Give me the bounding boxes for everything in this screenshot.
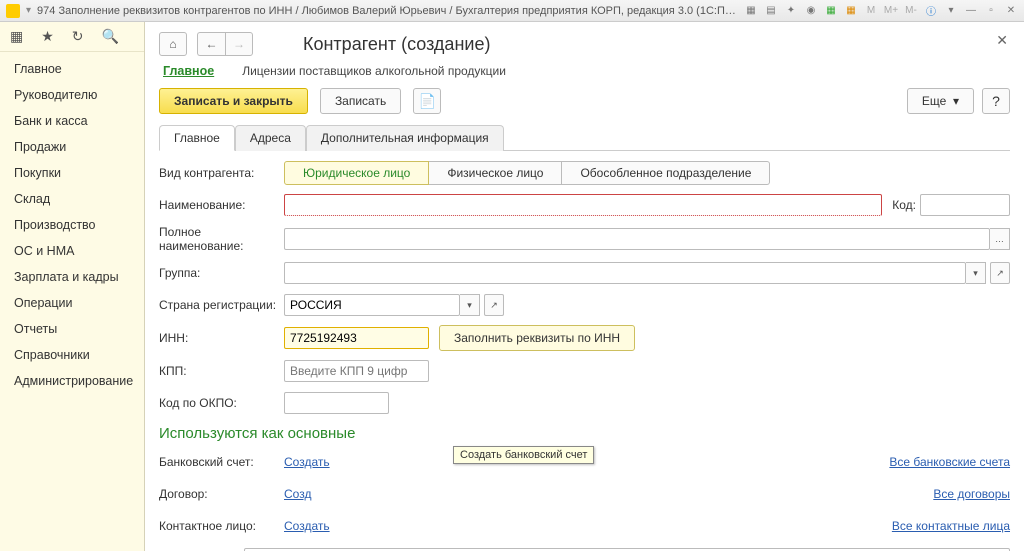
sidebar-item[interactable]: ОС и НМА: [0, 238, 144, 264]
home-button[interactable]: ⌂: [159, 32, 187, 56]
sidebar-items: Главное Руководителю Банк и касса Продаж…: [0, 52, 144, 394]
kind-branch[interactable]: Обособленное подразделение: [562, 161, 770, 185]
tabset: Главное Адреса Дополнительная информация: [159, 124, 1010, 151]
defaults-header: Используются как основные: [159, 425, 1010, 442]
group-label: Группа:: [159, 266, 284, 280]
tb-info-icon[interactable]: ⓘ: [924, 4, 938, 18]
group-open-button[interactable]: ↗: [990, 262, 1010, 284]
tb-icon-5[interactable]: ▦: [824, 4, 838, 18]
tb-m3[interactable]: M-: [904, 4, 918, 18]
group-dropdown-button[interactable]: ▾: [966, 262, 986, 284]
fullname-input[interactable]: [284, 228, 990, 250]
star-icon[interactable]: ★: [41, 28, 54, 45]
tab-main[interactable]: Главное: [159, 125, 235, 151]
minimize-icon[interactable]: —: [964, 4, 978, 18]
sidebar-item[interactable]: Главное: [0, 56, 144, 82]
country-input[interactable]: [284, 294, 460, 316]
sidebar-item[interactable]: Руководителю: [0, 82, 144, 108]
sidebar-item[interactable]: Производство: [0, 212, 144, 238]
contract-label: Договор:: [159, 487, 284, 501]
subnav-licenses[interactable]: Лицензии поставщиков алкогольной продукц…: [242, 64, 506, 78]
save-button[interactable]: Записать: [320, 88, 401, 114]
close-icon[interactable]: ✕: [996, 32, 1008, 49]
top-nav: ⌂ ← → Контрагент (создание): [159, 32, 1010, 56]
fullname-label: Полное наименование:: [159, 225, 284, 253]
okpo-input[interactable]: [284, 392, 389, 414]
okpo-label: Код по ОКПО:: [159, 396, 284, 410]
tb-icon-6[interactable]: ▦: [844, 4, 858, 18]
tab-additional[interactable]: Дополнительная информация: [306, 125, 504, 151]
tb-m1[interactable]: M: [864, 4, 878, 18]
name-label: Наименование:: [159, 198, 284, 212]
sidebar-item[interactable]: Справочники: [0, 342, 144, 368]
toolbar: Записать и закрыть Записать 📄 Еще ▾ ?: [159, 88, 1010, 114]
kind-legal[interactable]: Юридическое лицо: [284, 161, 429, 185]
contract-all-link[interactable]: Все договоры: [933, 487, 1010, 501]
sidebar-toolbar: ▦ ★ ↻ 🔍: [0, 22, 144, 52]
country-label: Страна регистрации:: [159, 298, 284, 312]
kind-label: Вид контрагента:: [159, 166, 284, 180]
code-label: Код:: [892, 198, 916, 212]
maximize-icon[interactable]: ▫: [984, 4, 998, 18]
contact-create-link[interactable]: Создать: [284, 519, 330, 533]
bank-all-link[interactable]: Все банковские счета: [889, 455, 1010, 469]
tab-addresses[interactable]: Адреса: [235, 125, 306, 151]
country-open-button[interactable]: ↗: [484, 294, 504, 316]
sidebar-item[interactable]: Покупки: [0, 160, 144, 186]
inn-label: ИНН:: [159, 331, 284, 345]
kind-individual[interactable]: Физическое лицо: [429, 161, 562, 185]
sidebar-item[interactable]: Зарплата и кадры: [0, 264, 144, 290]
group-input[interactable]: [284, 262, 966, 284]
file-button[interactable]: 📄: [413, 88, 441, 114]
tb-icon-2[interactable]: ▤: [764, 4, 778, 18]
history-icon[interactable]: ↻: [72, 28, 84, 45]
content-area: ✕ ⌂ ← → Контрагент (создание) Главное Ли…: [145, 22, 1024, 551]
fill-by-inn-button[interactable]: Заполнить реквизиты по ИНН: [439, 325, 635, 351]
sub-nav: Главное Лицензии поставщиков алкогольной…: [159, 64, 1010, 78]
save-close-button[interactable]: Записать и закрыть: [159, 88, 308, 114]
code-input[interactable]: [920, 194, 1010, 216]
page-title: Контрагент (создание): [303, 34, 490, 55]
sidebar: ▦ ★ ↻ 🔍 Главное Руководителю Банк и касс…: [0, 22, 145, 551]
sidebar-item[interactable]: Банк и касса: [0, 108, 144, 134]
sidebar-item[interactable]: Продажи: [0, 134, 144, 160]
app-icon: [6, 4, 20, 18]
sidebar-item[interactable]: Отчеты: [0, 316, 144, 342]
chevron-down-icon[interactable]: ▾: [26, 5, 31, 16]
kpp-label: КПП:: [159, 364, 284, 378]
contact-label: Контактное лицо:: [159, 519, 284, 533]
help-button[interactable]: ?: [982, 88, 1010, 114]
form-area: Вид контрагента: Юридическое лицо Физиче…: [159, 151, 1010, 551]
tb-icon-1[interactable]: ▦: [744, 4, 758, 18]
name-input[interactable]: [284, 194, 882, 216]
country-dropdown-button[interactable]: ▾: [460, 294, 480, 316]
close-window-icon[interactable]: ✕: [1004, 4, 1018, 18]
bank-label: Банковский счет:: [159, 455, 284, 469]
grid-icon[interactable]: ▦: [10, 28, 23, 45]
tb-m2[interactable]: M+: [884, 4, 898, 18]
search-icon[interactable]: 🔍: [102, 28, 119, 45]
tb-drop-icon[interactable]: ▾: [944, 4, 958, 18]
kpp-input[interactable]: [284, 360, 429, 382]
bank-create-link[interactable]: Создать: [284, 455, 330, 469]
sidebar-item[interactable]: Администрирование: [0, 368, 144, 394]
fullname-expand-button[interactable]: …: [990, 228, 1010, 250]
sidebar-item[interactable]: Склад: [0, 186, 144, 212]
kind-segment: Юридическое лицо Физическое лицо Обособл…: [284, 161, 770, 185]
sidebar-item[interactable]: Операции: [0, 290, 144, 316]
more-button[interactable]: Еще ▾: [907, 88, 974, 114]
tb-icon-3[interactable]: ✦: [784, 4, 798, 18]
contact-all-link[interactable]: Все контактные лица: [892, 519, 1010, 533]
window-title: 974 Заполнение реквизитов контрагентов п…: [37, 5, 738, 17]
contract-create-link[interactable]: Созд: [284, 487, 311, 501]
inn-input[interactable]: [284, 327, 429, 349]
subnav-main[interactable]: Главное: [163, 64, 214, 78]
titlebar-buttons: ▦ ▤ ✦ ◉ ▦ ▦ M M+ M- ⓘ ▾ — ▫ ✕: [744, 4, 1018, 18]
back-button[interactable]: ←: [197, 32, 225, 56]
forward-button[interactable]: →: [225, 32, 253, 56]
title-bar: ▾ 974 Заполнение реквизитов контрагентов…: [0, 0, 1024, 22]
tb-icon-4[interactable]: ◉: [804, 4, 818, 18]
